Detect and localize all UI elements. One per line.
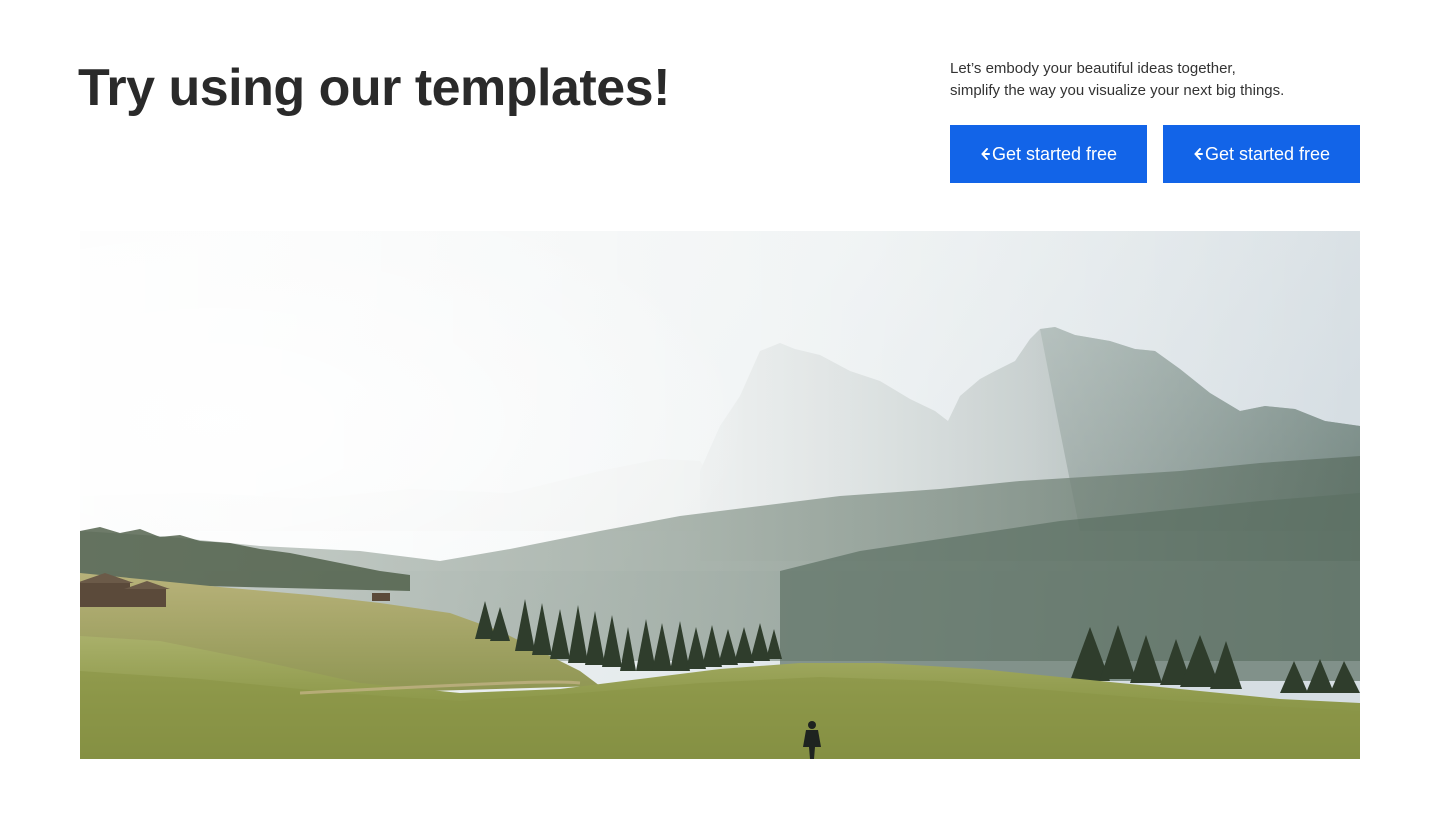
get-started-button-primary[interactable]: Get started free: [950, 125, 1147, 183]
chevron-left-icon: [1193, 147, 1203, 161]
page-title: Try using our templates!: [78, 59, 670, 117]
tagline: Let’s embody your beautiful ideas togeth…: [950, 58, 1360, 102]
get-started-label: Get started free: [991, 143, 1118, 164]
chevron-left-icon: [980, 147, 990, 161]
hero-intro: Let’s embody your beautiful ideas togeth…: [950, 58, 1360, 183]
landscape-illustration: [80, 231, 1360, 759]
hero-image: [80, 231, 1360, 759]
get-started-button-secondary[interactable]: Get started free: [1163, 125, 1360, 183]
page: Try using our templates! Let’s embody yo…: [0, 0, 1440, 816]
get-started-label: Get started free: [1204, 143, 1331, 164]
cta-buttons: Get started free Get started free: [950, 125, 1360, 183]
tagline-line-1: Let’s embody your beautiful ideas togeth…: [950, 60, 1236, 77]
tagline-line-2: simplify the way you visualize your next…: [950, 82, 1285, 99]
